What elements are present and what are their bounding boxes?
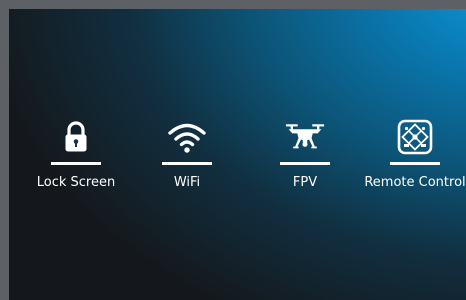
menu-item-underline — [162, 162, 212, 165]
menu-item-label: WiFi — [173, 175, 201, 190]
main-screen: Lock Screen WiFi FPV Remote Control — [9, 9, 466, 300]
menu-item-label: Remote Control — [364, 175, 466, 190]
menu-item-underline — [280, 162, 330, 165]
menu-item-underline — [51, 162, 101, 165]
drone-icon — [285, 117, 325, 157]
wifi-icon — [167, 117, 207, 157]
menu-item-label: Lock Screen — [36, 175, 116, 190]
menu-item-label: FPV — [292, 175, 318, 190]
remote-control-icon — [395, 117, 435, 157]
menu-item-wifi[interactable]: WiFi — [137, 9, 237, 300]
menu-item-lock-screen[interactable]: Lock Screen — [26, 9, 126, 300]
lock-icon — [56, 117, 96, 157]
menu-item-fpv[interactable]: FPV — [255, 9, 355, 300]
menu-item-remote-control[interactable]: Remote Control — [364, 9, 466, 300]
menu-item-underline — [390, 162, 440, 165]
